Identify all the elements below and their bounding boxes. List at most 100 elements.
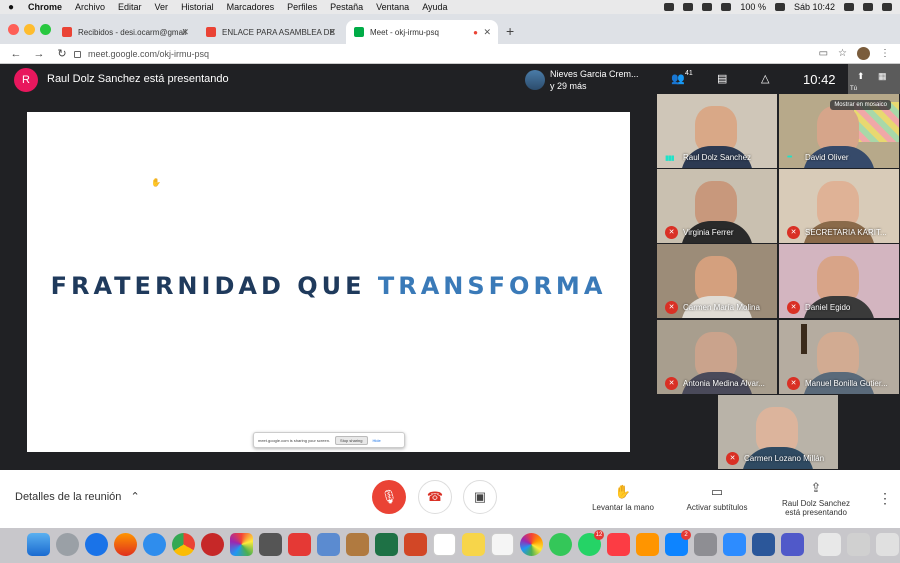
microphone-toggle-button[interactable]: 🎙 xyxy=(372,480,406,514)
speaking-indicator-icon: ▮▮▮ xyxy=(665,155,675,162)
apple-menu-icon[interactable]: ● xyxy=(8,2,18,13)
books-icon[interactable] xyxy=(636,533,659,556)
photos-flower-icon[interactable] xyxy=(520,533,543,556)
powerpoint-icon[interactable] xyxy=(404,533,427,556)
preview-icon[interactable] xyxy=(259,533,282,556)
participant-tile[interactable]: ▮▮▮ Raul Dolz Sanchez xyxy=(657,94,777,168)
activities-icon[interactable]: △ xyxy=(761,72,773,85)
participant-tile[interactable]: ✕ Daniel Egido xyxy=(779,244,899,318)
profile-avatar[interactable] xyxy=(857,47,870,60)
menu-archivo[interactable]: Archivo xyxy=(75,2,105,12)
reload-icon[interactable]: ↻ xyxy=(55,47,69,60)
tab-gmail-asamblea[interactable]: ENLACE PARA ASAMBLEA DE ✕ xyxy=(198,20,343,44)
notes-icon[interactable] xyxy=(462,533,485,556)
new-tab-icon[interactable]: + xyxy=(506,23,514,39)
archive-icon[interactable] xyxy=(346,533,369,556)
downloads-stack-icon[interactable] xyxy=(818,533,841,556)
presenter-avatar: R xyxy=(14,68,38,92)
menu-ayuda[interactable]: Ayuda xyxy=(422,2,447,12)
teams-icon[interactable] xyxy=(781,533,804,556)
camera-permission-icon[interactable]: ▭ xyxy=(819,48,828,59)
address-url[interactable]: meet.google.com/okj-irmu-psq xyxy=(88,49,209,59)
whatsapp-icon[interactable]: 12 xyxy=(578,530,604,556)
stop-sharing-button[interactable]: Stop sharing xyxy=(335,435,368,445)
cloud-app-icon[interactable] xyxy=(85,533,108,556)
opera-icon[interactable] xyxy=(201,533,224,556)
close-tab-icon[interactable]: ✕ xyxy=(483,27,491,38)
malwarebytes-icon[interactable] xyxy=(683,3,694,11)
close-tab-icon[interactable]: ✕ xyxy=(181,27,189,38)
menu-pestana[interactable]: Pestaña xyxy=(330,2,363,12)
reminders-icon[interactable] xyxy=(491,533,514,556)
maximize-window-icon[interactable] xyxy=(40,24,51,35)
captions-button[interactable]: ▭ Activar subtítulos xyxy=(680,484,754,512)
messages-icon[interactable] xyxy=(549,533,572,556)
self-view-tile[interactable]: ⬆ ▦ Tú xyxy=(848,64,900,94)
menubar-clock[interactable]: Sáb 10:42 xyxy=(794,2,835,12)
tab-meet[interactable]: Meet - okj-irmu-psq ● ✕ xyxy=(346,20,498,44)
image-capture-icon[interactable] xyxy=(317,533,340,556)
pin-icon[interactable]: ⬆ xyxy=(857,71,865,82)
siri-icon[interactable] xyxy=(863,3,873,11)
browser-menu-icon[interactable]: ⋮ xyxy=(880,48,890,59)
more-options-icon[interactable]: ⋮ xyxy=(878,490,892,507)
calendar-icon[interactable] xyxy=(433,533,456,556)
notification-center-icon[interactable] xyxy=(882,3,892,11)
lock-icon[interactable] xyxy=(74,50,81,58)
bookmark-star-icon[interactable]: ☆ xyxy=(838,48,847,59)
trash-icon[interactable] xyxy=(876,533,899,556)
close-window-icon[interactable] xyxy=(8,24,19,35)
viewers-pill[interactable]: Nieves Garcia Crem... y 29 más xyxy=(520,66,655,94)
leave-call-button[interactable]: ☎ xyxy=(418,480,452,514)
finder-icon[interactable] xyxy=(27,533,50,556)
participant-tile[interactable]: ✕ Virginia Ferrer xyxy=(657,169,777,243)
presenting-button[interactable]: ⇪ Raul Dolz Sanchez está presentando xyxy=(776,480,856,517)
people-icon[interactable]: 👥 xyxy=(671,72,685,85)
participant-tile[interactable]: ✕ SECRETARIA KARIT... xyxy=(779,169,899,243)
chat-icon[interactable]: ▤ xyxy=(717,72,729,85)
minimize-window-icon[interactable] xyxy=(24,24,35,35)
tab-gmail-inbox[interactable]: Recibidos - desi.ocarm@gmail ✕ xyxy=(54,20,196,44)
screenshot-stack-icon[interactable] xyxy=(847,533,870,556)
wifi-icon[interactable] xyxy=(721,3,732,11)
zoom-icon[interactable] xyxy=(723,533,746,556)
meeting-details-button[interactable]: Detalles de la reunión ⌃ xyxy=(15,490,140,503)
chrome-icon[interactable] xyxy=(172,533,195,556)
music-icon[interactable] xyxy=(607,533,630,556)
tab-title: Meet - okj-irmu-psq xyxy=(370,27,439,37)
close-tab-icon[interactable]: ✕ xyxy=(328,27,336,38)
participant-tile[interactable]: Mostrar en mosaico ••• David Oliver xyxy=(779,94,899,168)
bluetooth-icon[interactable] xyxy=(702,3,713,11)
address-bar[interactable]: meet.google.com/okj-irmu-psq xyxy=(74,46,874,62)
battery-icon[interactable] xyxy=(774,3,785,11)
camera-toggle-button[interactable]: ▣ xyxy=(463,480,497,514)
system-preferences-icon[interactable] xyxy=(694,533,717,556)
menu-marcadores[interactable]: Marcadores xyxy=(227,2,275,12)
hide-share-bar-button[interactable]: Hide xyxy=(373,438,381,443)
layout-icon[interactable]: ▦ xyxy=(878,71,887,82)
menu-editar[interactable]: Editar xyxy=(118,2,142,12)
launchpad-icon[interactable] xyxy=(56,533,79,556)
participant-tile[interactable]: ✕ Antonia Medina Alvar... xyxy=(657,320,777,394)
participant-tile[interactable]: ✕ Carmen Lozano Millán xyxy=(718,395,838,469)
anydesk-icon[interactable] xyxy=(288,533,311,556)
show-tiled-button[interactable]: Mostrar en mosaico xyxy=(830,100,891,110)
forward-icon[interactable]: → xyxy=(32,48,46,60)
search-icon[interactable] xyxy=(844,3,854,11)
menu-ventana[interactable]: Ventana xyxy=(376,2,409,12)
back-icon[interactable]: ← xyxy=(9,48,23,60)
raise-hand-button[interactable]: ✋ Levantar la mano xyxy=(588,484,658,512)
safari-icon[interactable] xyxy=(143,533,166,556)
participant-tile[interactable]: ✕ Carmen María Molina xyxy=(657,244,777,318)
excel-icon[interactable] xyxy=(375,533,398,556)
photos-icon[interactable] xyxy=(230,533,253,556)
participant-tile[interactable]: ✕ Manuel Bonilla Gutier... xyxy=(779,320,899,394)
word-icon[interactable] xyxy=(752,533,775,556)
menu-historial[interactable]: Historial xyxy=(181,2,214,12)
menu-app-name[interactable]: Chrome xyxy=(28,2,62,12)
app-store-icon[interactable]: 2 xyxy=(665,530,691,556)
menu-perfiles[interactable]: Perfiles xyxy=(287,2,317,12)
firefox-icon[interactable] xyxy=(114,533,137,556)
cloud-icon[interactable] xyxy=(664,3,675,11)
menu-ver[interactable]: Ver xyxy=(155,2,169,12)
